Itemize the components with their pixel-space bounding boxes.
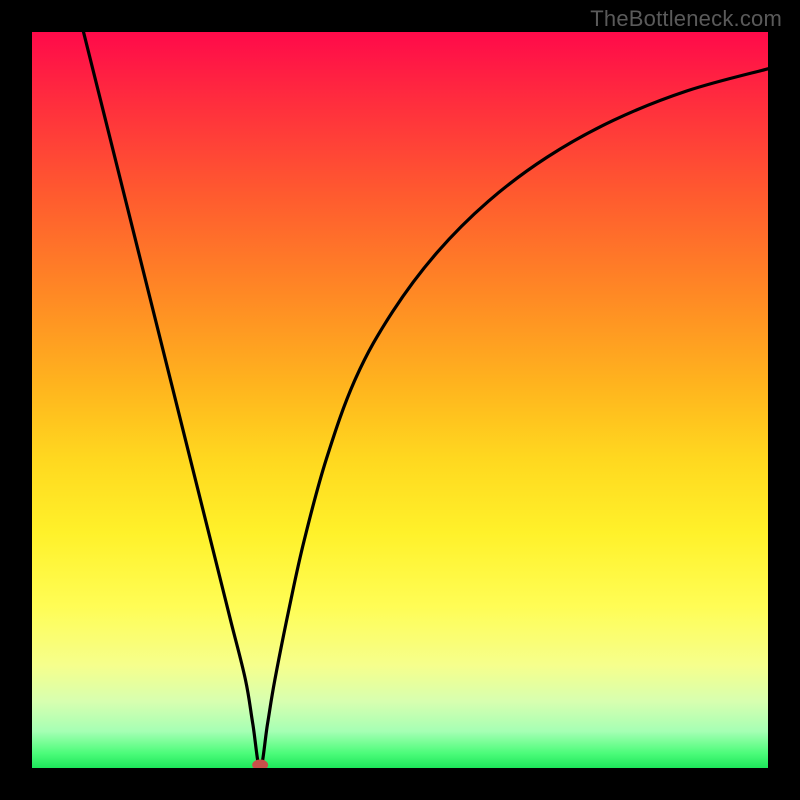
minimum-marker [252,760,268,769]
bottleneck-curve [84,32,768,768]
plot-area [32,32,768,768]
curve-layer [32,32,768,768]
watermark-text: TheBottleneck.com [590,6,782,32]
chart-frame: TheBottleneck.com [0,0,800,800]
